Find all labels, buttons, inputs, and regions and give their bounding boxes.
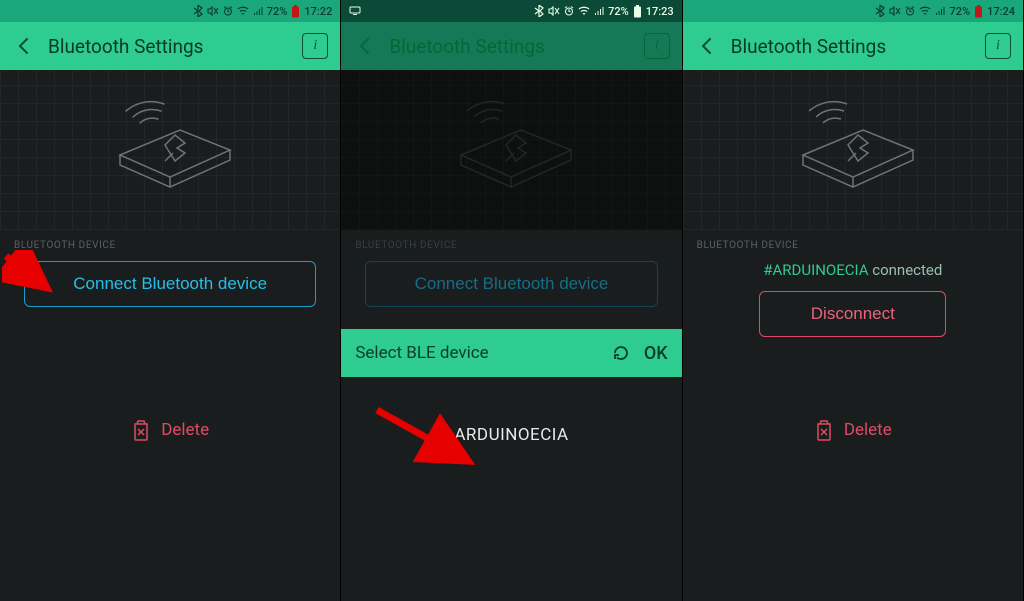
battery-percent: 72% (949, 5, 970, 18)
delete-label: Delete (161, 420, 209, 440)
back-button[interactable] (12, 35, 34, 57)
disconnect-button[interactable]: Disconnect (759, 291, 946, 337)
delete-label: Delete (844, 420, 892, 440)
mute-icon (207, 6, 219, 16)
app-header: Bluetooth Settings i (683, 22, 1023, 70)
battery-icon (974, 5, 983, 18)
bluetooth-illustration (683, 70, 1023, 230)
alarm-icon (564, 6, 574, 16)
battery-percent: 72% (267, 5, 288, 18)
bluetooth-icon (534, 5, 544, 17)
bluetooth-illustration (0, 70, 340, 230)
signal-icon (253, 6, 263, 16)
ok-button[interactable]: OK (644, 343, 668, 364)
info-button[interactable]: i (644, 33, 670, 59)
section-label: BLUETOOTH DEVICE (341, 230, 681, 257)
refresh-button[interactable] (610, 342, 632, 364)
section-label: BLUETOOTH DEVICE (683, 230, 1023, 257)
alarm-icon (905, 6, 915, 16)
back-button[interactable] (695, 35, 717, 57)
delete-button[interactable]: Delete (683, 418, 1023, 442)
mute-icon (548, 6, 560, 16)
clock: 17:22 (304, 5, 332, 18)
device-item[interactable]: ARDUINOECIA (353, 425, 669, 445)
battery-percent: 72% (608, 5, 629, 18)
connect-bluetooth-button[interactable]: Connect Bluetooth device (365, 261, 657, 307)
wifi-icon (578, 6, 590, 16)
bluetooth-icon (875, 5, 885, 17)
section-label: BLUETOOTH DEVICE (0, 230, 340, 257)
page-title: Bluetooth Settings (48, 35, 288, 58)
back-button[interactable] (353, 35, 375, 57)
select-device-bar: Select BLE device OK (341, 329, 681, 377)
status-bar: 72% 17:24 (683, 0, 1023, 22)
battery-icon (291, 5, 300, 18)
connect-bluetooth-button[interactable]: Connect Bluetooth device (24, 261, 316, 307)
clock: 17:23 (646, 5, 674, 18)
signal-icon (935, 6, 945, 16)
delete-button[interactable]: Delete (0, 418, 340, 442)
app-header: Bluetooth Settings i (341, 22, 681, 70)
connected-suffix: connected (869, 261, 943, 279)
cast-icon (349, 6, 361, 16)
screen-connected: 72% 17:24 Bluetooth Settings i BLUETOOTH… (683, 0, 1024, 601)
mute-icon (889, 6, 901, 16)
bluetooth-icon (193, 5, 203, 17)
screen-select-device: 72% 17:23 Bluetooth Settings i BLUETOOTH… (341, 0, 682, 601)
connected-device-tag: #ARDUINOECIA (763, 261, 868, 279)
app-header: Bluetooth Settings i (0, 22, 340, 70)
page-title: Bluetooth Settings (389, 35, 629, 58)
wifi-icon (237, 6, 249, 16)
clock: 17:24 (987, 5, 1015, 18)
status-bar: 72% 17:22 (0, 0, 340, 22)
screen-connect: 72% 17:22 Bluetooth Settings i BLUETOOTH… (0, 0, 341, 601)
battery-icon (633, 5, 642, 18)
page-title: Bluetooth Settings (731, 35, 971, 58)
status-bar: 72% 17:23 (341, 0, 681, 22)
device-list: ARDUINOECIA (341, 377, 681, 493)
signal-icon (594, 6, 604, 16)
bluetooth-illustration (341, 70, 681, 230)
select-device-label: Select BLE device (355, 343, 598, 363)
wifi-icon (919, 6, 931, 16)
info-button[interactable]: i (302, 33, 328, 59)
connected-status: #ARDUINOECIA connected (707, 261, 999, 279)
info-button[interactable]: i (985, 33, 1011, 59)
alarm-icon (223, 6, 233, 16)
